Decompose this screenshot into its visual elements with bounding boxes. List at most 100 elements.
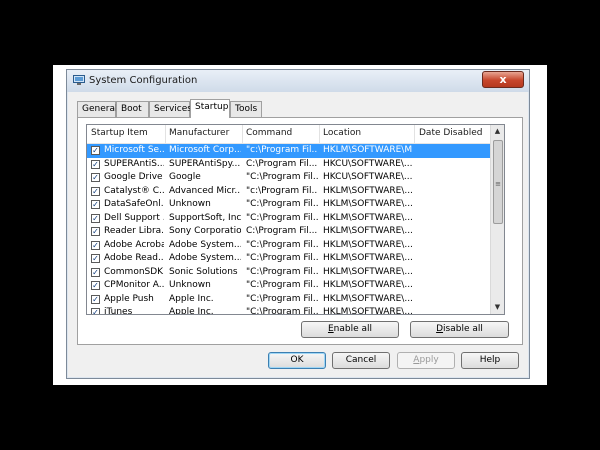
startup-item-name: Adobe Acrobat bbox=[104, 239, 164, 250]
manufacturer-cell: SupportSoft, Inc. bbox=[169, 212, 241, 223]
list-item[interactable]: ✓ SUPERAntiS... SUPERAntiSpy... C:\Program … bbox=[87, 158, 492, 172]
location-cell: HKLM\SOFTWARE\... bbox=[323, 199, 413, 209]
column-header-manufacturer[interactable]: Manufacturer bbox=[169, 128, 229, 142]
command-cell: "C:\Program Fil... bbox=[246, 199, 318, 209]
list-item[interactable]: ✓ Dell Support ... SupportSoft, Inc. "C:\Pr… bbox=[87, 212, 492, 226]
startup-item-name: Adobe Read... bbox=[104, 253, 164, 263]
button-label: nable all bbox=[333, 324, 373, 334]
list-item[interactable]: ✓ Microsoft Se... Microsoft Corp... "c:\Pro… bbox=[87, 144, 492, 158]
startup-item-name: SUPERAntiS... bbox=[104, 158, 164, 169]
help-button[interactable]: Help bbox=[461, 352, 519, 369]
command-cell: "C:\Program Fil... bbox=[246, 293, 318, 304]
system-configuration-window: System Configuration x General Boot Serv… bbox=[66, 69, 530, 379]
startup-item-name: iTunes bbox=[104, 307, 133, 315]
tab-general[interactable]: General bbox=[77, 101, 117, 117]
startup-item-checkbox[interactable]: ✓ bbox=[91, 186, 100, 196]
command-cell: "C:\Program Fil... bbox=[246, 239, 318, 250]
list-item[interactable]: ✓ iTunes Apple Inc. "C:\Program Fil... HKLM\… bbox=[87, 306, 492, 315]
location-cell: HKLM\SOFTWARE\... bbox=[323, 185, 413, 196]
column-header-location[interactable]: Location bbox=[323, 128, 361, 142]
startup-item-checkbox[interactable]: ✓ bbox=[91, 173, 100, 182]
startup-item-name: CPMonitor A... bbox=[104, 280, 164, 290]
apply-button[interactable]: Apply bbox=[397, 352, 455, 369]
list-header: Startup Item Manufacturer Command Locati… bbox=[87, 125, 492, 144]
startup-item-name: DataSafeOnl... bbox=[104, 199, 164, 209]
list-item[interactable]: ✓ Adobe Acrobat Adobe System... "C:\Program… bbox=[87, 239, 492, 253]
tab-tools[interactable]: Tools bbox=[230, 101, 262, 117]
column-divider bbox=[414, 125, 415, 143]
enable-all-button[interactable]: Enable all bbox=[301, 321, 399, 338]
command-cell: "C:\Program Fil... bbox=[246, 280, 318, 290]
startup-item-checkbox[interactable]: ✓ bbox=[91, 200, 100, 209]
location-cell: HKLM\SOFTWARE\... bbox=[323, 239, 413, 250]
location-cell: HKLM\SOFTWARE\... bbox=[323, 307, 413, 315]
column-header-command[interactable]: Command bbox=[246, 128, 292, 142]
manufacturer-cell: Apple Inc. bbox=[169, 293, 214, 304]
tab-startup[interactable]: Startup bbox=[190, 99, 230, 118]
location-cell: HKCU\SOFTWARE\... bbox=[323, 172, 413, 182]
scroll-up-icon[interactable]: ▲ bbox=[491, 125, 504, 138]
list-item[interactable]: ✓ CPMonitor A... Unknown "C:\Program Fil...… bbox=[87, 279, 492, 293]
column-divider bbox=[319, 125, 320, 143]
location-cell: HKLM\SOFTWARE\M... bbox=[323, 145, 413, 155]
list-item[interactable]: ✓ DataSafeOnl... Unknown "C:\Program Fil...… bbox=[87, 198, 492, 212]
window-title: System Configuration bbox=[89, 75, 198, 86]
column-header-startup-item[interactable]: Startup Item bbox=[91, 128, 148, 142]
manufacturer-cell: Sony Corporation bbox=[169, 226, 241, 236]
startup-item-checkbox[interactable]: ✓ bbox=[91, 227, 100, 236]
command-cell: "C:\Program Fil... bbox=[246, 253, 318, 263]
close-button[interactable]: x bbox=[482, 71, 524, 88]
startup-item-checkbox[interactable]: ✓ bbox=[91, 281, 100, 290]
list-item[interactable]: ✓ Google Drive Google "C:\Program Fil... HKC… bbox=[87, 171, 492, 185]
location-cell: HKLM\SOFTWARE\... bbox=[323, 280, 413, 290]
button-label: pply bbox=[419, 355, 439, 365]
list-item[interactable]: ✓ Catalyst® C... Advanced Micr... "c:\Progr… bbox=[87, 185, 492, 199]
startup-item-name: Reader Libra... bbox=[104, 226, 164, 236]
list-item[interactable]: ✓ Apple Push Apple Inc. "C:\Program Fil... H… bbox=[87, 293, 492, 307]
startup-item-name: CommonSDK bbox=[104, 266, 164, 277]
ok-button[interactable]: OK bbox=[268, 352, 326, 369]
column-header-date-disabled[interactable]: Date Disabled bbox=[419, 128, 482, 142]
startup-item-name: Google Drive bbox=[104, 172, 163, 182]
manufacturer-cell: Unknown bbox=[169, 199, 211, 209]
cancel-button[interactable]: Cancel bbox=[332, 352, 390, 369]
command-cell: "c:\Program Fil... bbox=[246, 145, 318, 155]
startup-item-name: Dell Support ... bbox=[104, 212, 164, 223]
scroll-thumb[interactable]: ≡ bbox=[493, 140, 503, 224]
tab-services[interactable]: Services bbox=[149, 101, 192, 117]
command-cell: "C:\Program Fil... bbox=[246, 266, 318, 277]
tab-boot[interactable]: Boot bbox=[116, 101, 149, 117]
startup-item-checkbox[interactable]: ✓ bbox=[91, 240, 100, 250]
command-cell: "C:\Program Fil... bbox=[246, 212, 318, 223]
manufacturer-cell: Adobe System... bbox=[169, 253, 241, 263]
command-cell: C:\Program Fil... bbox=[246, 226, 318, 236]
manufacturer-cell: Unknown bbox=[169, 280, 211, 290]
startup-item-checkbox[interactable]: ✓ bbox=[91, 294, 100, 304]
title-bar[interactable]: System Configuration x bbox=[67, 70, 529, 92]
manufacturer-cell: Microsoft Corp... bbox=[169, 145, 241, 155]
command-cell: "c:\Program Fil... bbox=[246, 185, 318, 196]
manufacturer-cell: Advanced Micr... bbox=[169, 185, 241, 196]
startup-item-checkbox[interactable]: ✓ bbox=[91, 146, 100, 155]
location-cell: HKLM\SOFTWARE\... bbox=[323, 253, 413, 263]
scroll-down-icon[interactable]: ▼ bbox=[491, 301, 504, 314]
manufacturer-cell: Apple Inc. bbox=[169, 307, 214, 315]
scroll-grip-icon: ≡ bbox=[495, 180, 501, 188]
list-item[interactable]: ✓ CommonSDK Sonic Solutions "C:\Program Fil… bbox=[87, 266, 492, 280]
startup-item-checkbox[interactable]: ✓ bbox=[91, 254, 100, 263]
startup-item-checkbox[interactable]: ✓ bbox=[91, 267, 100, 277]
list-item[interactable]: ✓ Reader Libra... Sony Corporation C:\Progr… bbox=[87, 225, 492, 239]
manufacturer-cell: Adobe System... bbox=[169, 239, 241, 250]
startup-item-checkbox[interactable]: ✓ bbox=[91, 213, 100, 223]
command-cell: "C:\Program Fil... bbox=[246, 172, 318, 182]
startup-items-list[interactable]: Startup Item Manufacturer Command Locati… bbox=[86, 124, 505, 315]
startup-item-name: Catalyst® C... bbox=[104, 185, 164, 196]
disable-all-button[interactable]: Disable all bbox=[410, 321, 509, 338]
location-cell: HKLM\SOFTWARE\... bbox=[323, 293, 413, 304]
startup-item-checkbox[interactable]: ✓ bbox=[91, 308, 100, 314]
manufacturer-cell: Google bbox=[169, 172, 201, 182]
list-item[interactable]: ✓ Adobe Read... Adobe System... "C:\Program… bbox=[87, 252, 492, 266]
vertical-scrollbar[interactable]: ▲ ≡ ▼ bbox=[490, 125, 504, 314]
column-divider bbox=[165, 125, 166, 143]
startup-item-checkbox[interactable]: ✓ bbox=[91, 159, 100, 169]
